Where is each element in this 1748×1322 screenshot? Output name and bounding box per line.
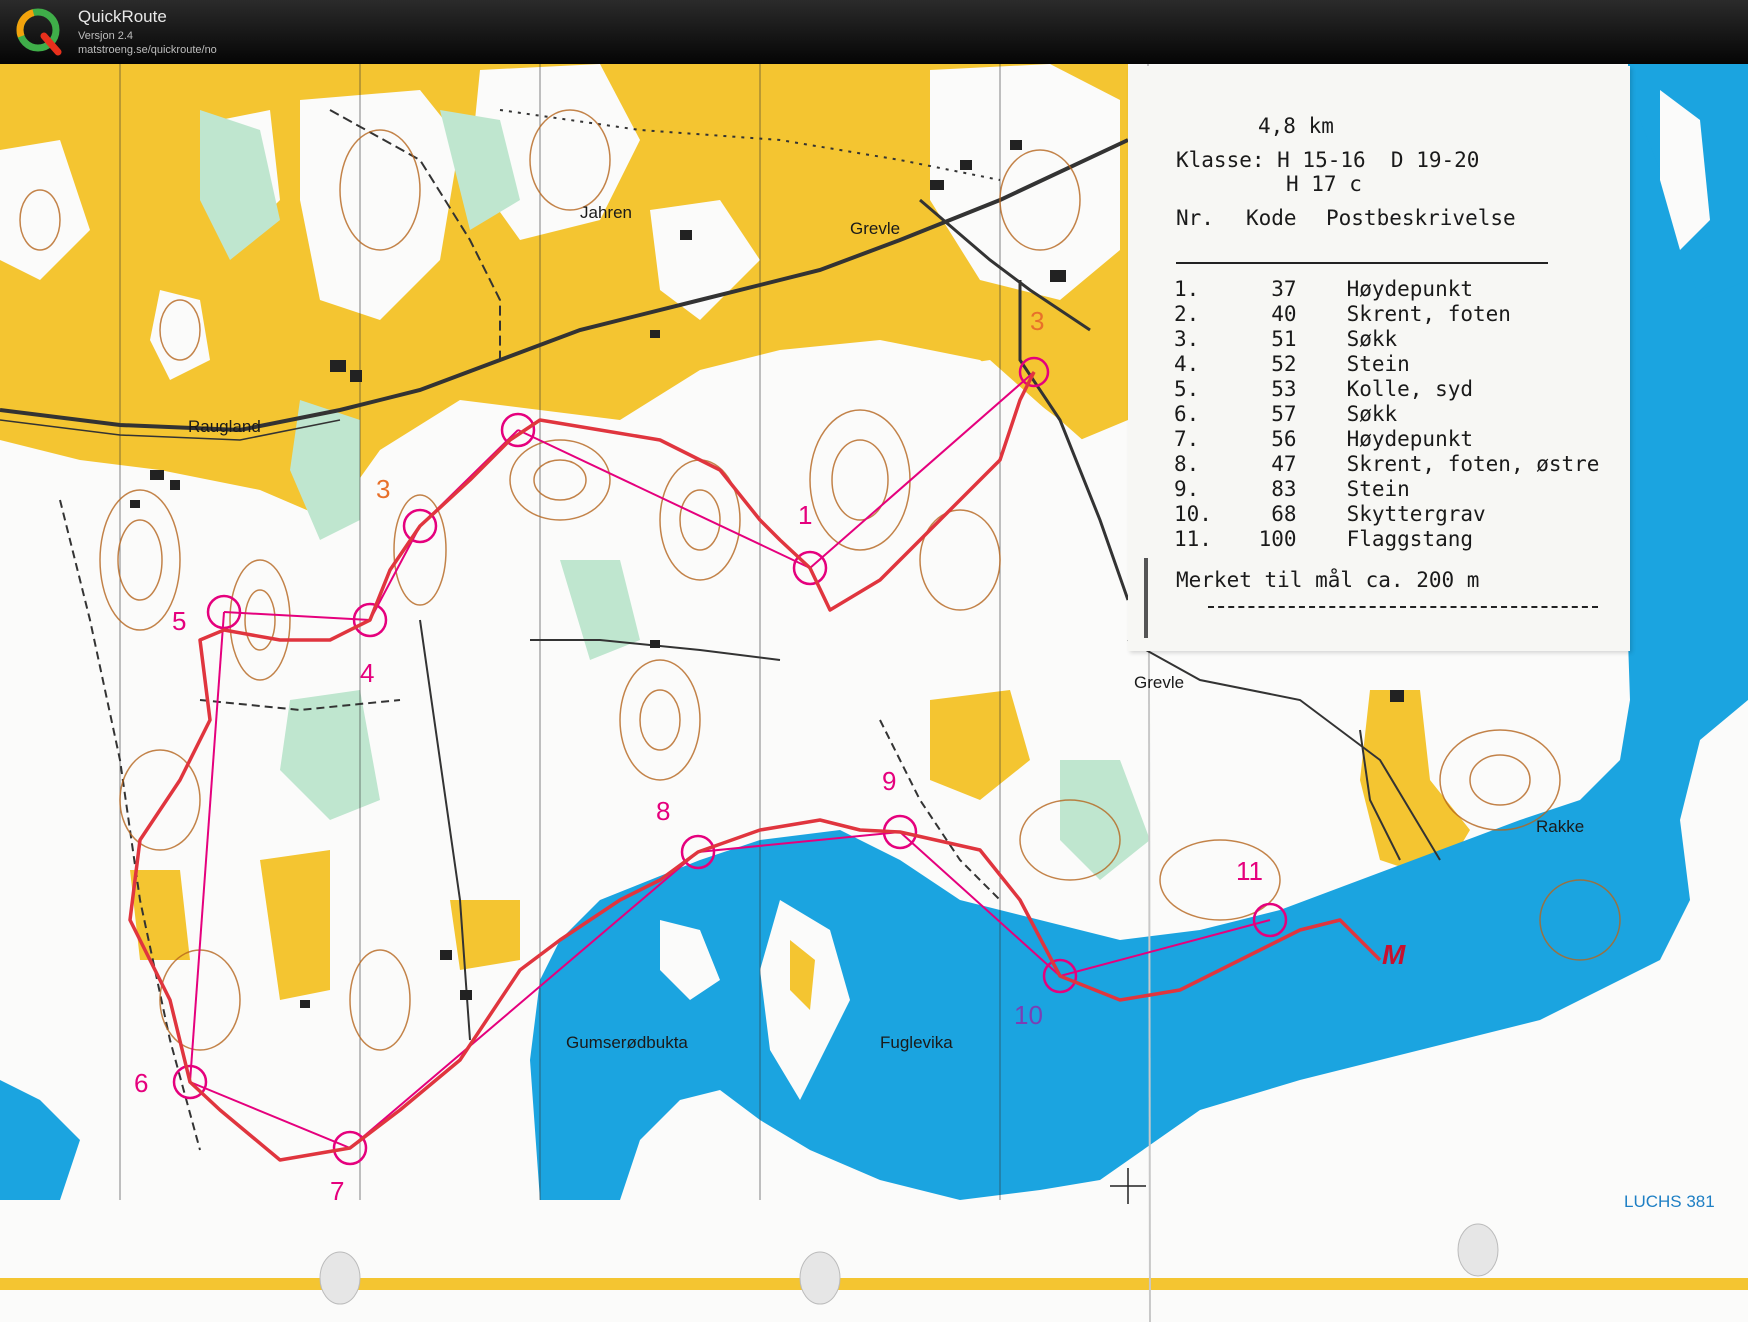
control-desc: Kolle, syd xyxy=(1346,376,1474,401)
control-number-10: 10 xyxy=(1014,1000,1043,1030)
control-desc: Skyttergrav xyxy=(1346,501,1486,526)
control-description-card: 4,8 km Klasse: H 15-16 D 19-20 H 17 c Nr… xyxy=(1128,66,1630,651)
control-desc: Skrent, foten xyxy=(1346,301,1511,326)
course-classes-extra: H 17 c xyxy=(1286,172,1362,196)
control-nr: 11. xyxy=(1174,526,1212,551)
control-number-11: 11 xyxy=(1236,856,1263,886)
header-description: Postbeskrivelse xyxy=(1326,206,1516,230)
control-desc: Flaggstang xyxy=(1346,526,1474,551)
control-desc: Høydepunkt xyxy=(1346,426,1474,451)
place-name-raugland: Raugland xyxy=(188,417,261,436)
control-desc: Søkk xyxy=(1346,401,1398,426)
quickroute-logo-icon xyxy=(16,8,62,56)
control-kode: 100 xyxy=(1258,526,1297,551)
control-row: 10. 68 Skyttergrav xyxy=(1174,501,1630,526)
finish-mark: M xyxy=(1382,939,1406,970)
control-kode: 57 xyxy=(1271,401,1297,426)
control-number-1: 1 xyxy=(798,500,812,530)
control-number-8: 8 xyxy=(656,796,670,826)
place-name-fuglevika: Fuglevika xyxy=(880,1033,953,1052)
control-desc: Skrent, foten, østre xyxy=(1346,451,1600,476)
control-nr: 8. xyxy=(1174,451,1200,476)
control-row: 8. 47 Skrent, foten, østre xyxy=(1174,451,1630,476)
control-nr: 3. xyxy=(1174,326,1200,351)
control-kode: 40 xyxy=(1271,301,1297,326)
finish-note: Merket til mål ca. 200 m xyxy=(1176,568,1480,592)
control-row: 11. 100 Flaggstang xyxy=(1174,526,1630,551)
control-number-7: 7 xyxy=(330,1176,344,1206)
map-border-stripe xyxy=(0,1278,1748,1290)
control-kode: 53 xyxy=(1271,376,1297,401)
control-kode: 83 xyxy=(1271,476,1297,501)
control-nr: 10. xyxy=(1174,501,1212,526)
course-classes: Klasse: H 15-16 D 19-20 xyxy=(1176,148,1480,172)
control-row: 3. 51 Søkk xyxy=(1174,326,1630,351)
control-row: 4. 52 Stein xyxy=(1174,351,1630,376)
control-nr: 2. xyxy=(1174,301,1200,326)
finish-divider xyxy=(1208,606,1598,608)
control-kode: 52 xyxy=(1271,351,1297,376)
control-number-3-alt: 3 xyxy=(1030,306,1044,336)
place-name-gumserodbukta: Gumserødbukta xyxy=(566,1033,688,1052)
control-number-3: 3 xyxy=(376,474,390,504)
control-row: 7. 56 Høydepunkt xyxy=(1174,426,1630,451)
control-number-6: 6 xyxy=(134,1068,148,1098)
place-name-rakke: Rakke xyxy=(1536,817,1584,836)
control-row: 5. 53 Kolle, syd xyxy=(1174,376,1630,401)
control-row: 6. 57 Søkk xyxy=(1174,401,1630,426)
control-nr: 9. xyxy=(1174,476,1200,501)
control-kode: 56 xyxy=(1271,426,1297,451)
app-version: Versjon 2.4 xyxy=(78,30,134,42)
staple-mark xyxy=(1144,558,1148,638)
control-kode: 51 xyxy=(1271,326,1297,351)
header-kode: Kode xyxy=(1246,206,1297,230)
control-row: 1. 37 Høydepunkt xyxy=(1174,276,1630,301)
control-row: 2. 40 Skrent, foten xyxy=(1174,301,1630,326)
control-row: 9. 83 Stein xyxy=(1174,476,1630,501)
control-kode: 37 xyxy=(1271,276,1297,301)
control-number-4: 4 xyxy=(360,658,374,688)
app-title: QuickRoute xyxy=(78,7,167,26)
control-number-5: 5 xyxy=(172,606,186,636)
control-nr: 5. xyxy=(1174,376,1200,401)
control-desc: Stein xyxy=(1346,476,1410,501)
control-nr: 4. xyxy=(1174,351,1200,376)
header-nr: Nr. xyxy=(1176,206,1214,230)
place-name-jahren: Jahren xyxy=(580,203,632,222)
control-desc: Høydepunkt xyxy=(1346,276,1474,301)
header-divider xyxy=(1176,262,1548,264)
app-url[interactable]: matstroeng.se/quickroute/no xyxy=(78,44,217,56)
control-nr: 1. xyxy=(1174,276,1200,301)
control-desc: Stein xyxy=(1346,351,1410,376)
control-description-table: 1. 37 Høydepunkt 2. 40 Skrent, foten 3. 51 Søkk 4… xyxy=(1174,276,1630,551)
course-length: 4,8 km xyxy=(1258,114,1334,138)
control-kode: 68 xyxy=(1271,501,1297,526)
place-name-grevle-south: Grevle xyxy=(1134,673,1184,692)
control-nr: 6. xyxy=(1174,401,1200,426)
control-kode: 47 xyxy=(1271,451,1297,476)
control-desc: Søkk xyxy=(1346,326,1398,351)
place-name-grevle-north: Grevle xyxy=(850,219,900,238)
printer-mark: LUCHS 381 xyxy=(1624,1192,1715,1211)
control-nr: 7. xyxy=(1174,426,1200,451)
control-number-9: 9 xyxy=(882,766,896,796)
title-bar: QuickRoute Versjon 2.4 matstroeng.se/qui… xyxy=(0,0,1748,64)
